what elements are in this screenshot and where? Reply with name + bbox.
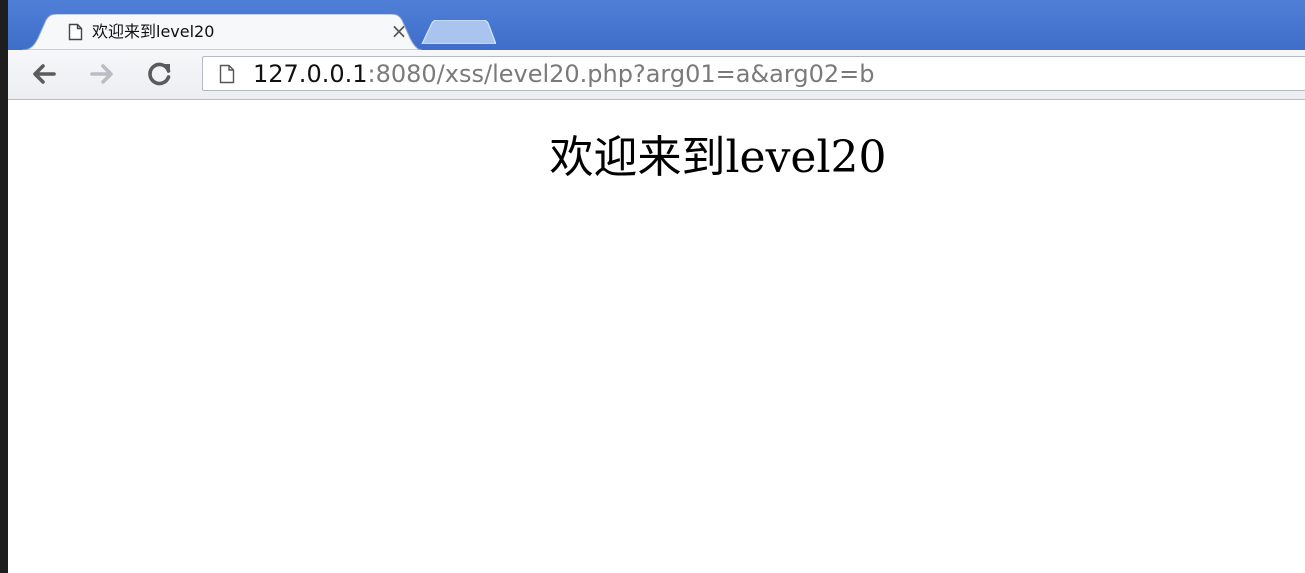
page-title: 欢迎来到level20 (549, 132, 887, 183)
address-bar[interactable]: 127.0.0.1:8080/xss/level20.php?arg01=a&a… (202, 56, 1305, 91)
tab-active[interactable]: 欢迎来到level20 × (22, 14, 422, 50)
tab-title: 欢迎来到level20 (92, 22, 215, 41)
browser-window: 欢迎来到level20 × 127.0.0.1:8080/xss/level20… (8, 0, 1305, 573)
page-icon (68, 23, 83, 41)
close-icon[interactable]: × (388, 20, 410, 42)
url-host: 127.0.0.1 (253, 60, 368, 88)
page-content: 欢迎来到level20 (8, 100, 1305, 573)
new-tab-icon[interactable] (418, 19, 497, 45)
toolbar: 127.0.0.1:8080/xss/level20.php?arg01=a&a… (8, 50, 1305, 100)
back-arrow-icon[interactable] (30, 60, 58, 88)
url-path: :8080/xss/level20.php?arg01=a&arg02=b (367, 60, 875, 88)
forward-arrow-icon[interactable] (88, 60, 116, 88)
page-icon (219, 64, 235, 84)
url-text: 127.0.0.1:8080/xss/level20.php?arg01=a&a… (253, 59, 874, 89)
window-edge (0, 0, 8, 573)
reload-icon[interactable] (146, 60, 174, 88)
tab-strip: 欢迎来到level20 × (8, 0, 1305, 50)
